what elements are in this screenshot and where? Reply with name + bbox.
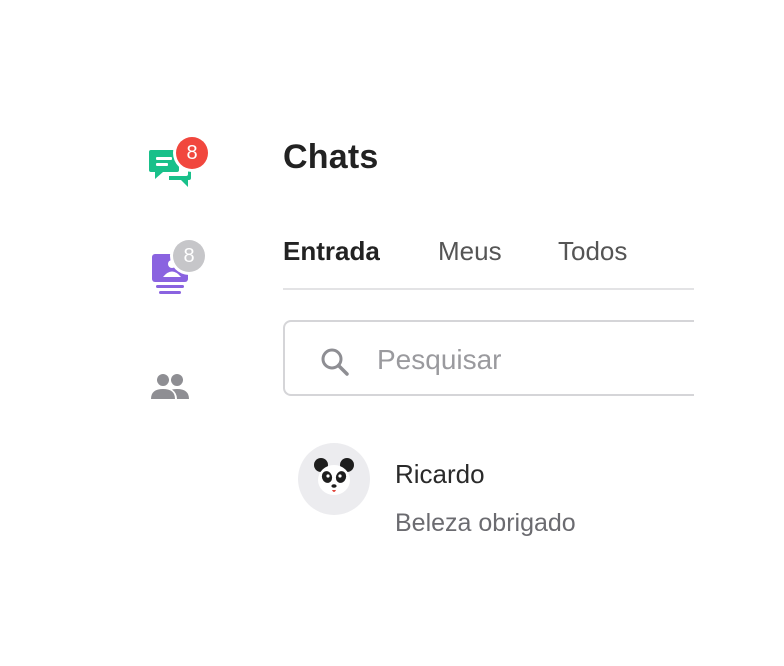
search-input[interactable] <box>375 336 694 384</box>
app-root: 8 8 Chats Entrada Meus Todos Pesquisar R… <box>0 0 784 666</box>
search-icon <box>321 348 349 376</box>
sidebar-item-team[interactable] <box>146 366 190 406</box>
avatar <box>298 443 370 515</box>
sidebar-item-contacts[interactable]: 8 <box>146 240 210 300</box>
search-clip <box>0 0 694 666</box>
search-box[interactable] <box>283 320 694 396</box>
page-title: Chats <box>283 138 379 176</box>
list-item[interactable]: Ricardo Beleza obrigado <box>298 443 688 543</box>
contacts-badge: 8 <box>173 240 205 272</box>
chats-unread-badge: 8 <box>176 137 208 169</box>
sidebar-item-chats[interactable]: 8 <box>146 137 210 192</box>
tab-inbox[interactable]: Entrada <box>283 236 380 267</box>
contact-name: Ricardo <box>395 459 485 489</box>
tab-bar: Entrada Meus Todos <box>283 234 694 290</box>
tab-all[interactable]: Todos <box>558 236 627 267</box>
tab-mine[interactable]: Meus <box>438 236 502 267</box>
last-message: Beleza obrigado <box>395 509 576 537</box>
panda-avatar-icon <box>314 458 354 495</box>
team-icon <box>151 374 189 399</box>
